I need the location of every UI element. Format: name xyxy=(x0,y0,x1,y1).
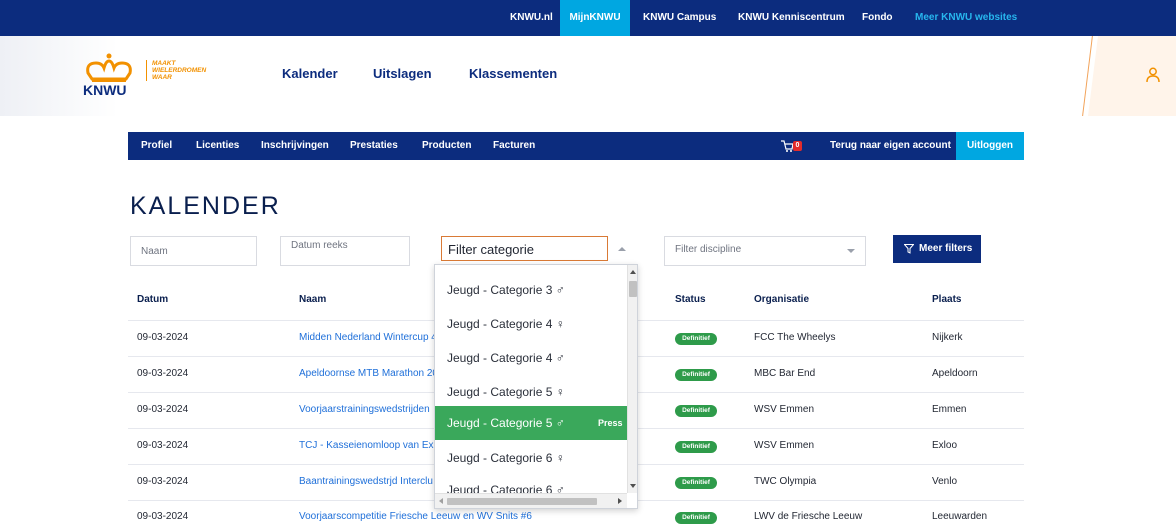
column-header-datum[interactable]: Datum xyxy=(137,294,168,305)
account-nav-inschrijvingen[interactable]: Inschrijvingen xyxy=(261,132,329,160)
category-option-highlighted[interactable]: Jeugd - Categorie 5 ♂ Press xyxy=(435,406,627,440)
row-event-link[interactable]: Midden Nederland Wintercup 4 xyxy=(299,332,437,343)
scroll-right-arrow-icon[interactable] xyxy=(618,498,622,504)
category-option[interactable]: Jeugd - Categorie 4 ♀ xyxy=(435,307,627,341)
discipline-filter-select[interactable]: Filter discipline xyxy=(664,236,866,266)
account-nav-profiel[interactable]: Profiel xyxy=(141,132,172,160)
dropdown-horizontal-thumb[interactable] xyxy=(447,498,597,505)
category-dropdown-list[interactable]: Jeugd - Categorie 3 ♂ Jeugd - Categorie … xyxy=(434,264,638,509)
topbar-link-knwu[interactable]: KNWU.nl xyxy=(510,0,553,36)
account-nav-producten[interactable]: Producten xyxy=(422,132,471,160)
topbar-link-mijnknwu[interactable]: MijnKNWU xyxy=(560,0,630,36)
scroll-down-arrow-icon[interactable] xyxy=(630,484,636,488)
status-badge: Definitief xyxy=(675,405,717,417)
status-badge: Definitief xyxy=(675,441,717,453)
knwu-logo[interactable]: KNWU xyxy=(78,53,140,103)
page-title: KALENDER xyxy=(130,192,281,220)
row-place: Nijkerk xyxy=(932,332,963,343)
category-filter-input[interactable]: Filter categorie xyxy=(441,236,608,261)
user-icon[interactable] xyxy=(1146,67,1160,83)
category-option[interactable]: Jeugd - Categorie 3 ♂ xyxy=(435,273,627,307)
account-nav-licenties[interactable]: Licenties xyxy=(196,132,239,160)
column-header-status[interactable]: Status xyxy=(675,294,706,305)
row-event-link[interactable]: Apeldoornse MTB Marathon 20 xyxy=(299,368,438,379)
discipline-chevron-down-icon[interactable] xyxy=(847,249,855,253)
tagline-line-1: MAAKT xyxy=(152,60,176,67)
logout-button[interactable]: Uitloggen xyxy=(956,132,1024,160)
row-organisation: FCC The Wheelys xyxy=(754,332,836,343)
nav-klassementen[interactable]: Klassementen xyxy=(469,66,557,81)
row-event-link[interactable]: Baantrainingswedstrjd Interclu xyxy=(299,476,433,487)
category-option[interactable]: Jeugd - Categorie 4 ♂ xyxy=(435,341,627,375)
account-nav-bar: Profiel Licenties Inschrijvingen Prestat… xyxy=(128,132,1024,160)
row-event-link[interactable]: Voorjaarstrainingswedstrijden xyxy=(299,404,430,415)
account-nav-facturen[interactable]: Facturen xyxy=(493,132,535,160)
filter-funnel-icon xyxy=(904,244,914,254)
status-badge: Definitief xyxy=(675,477,717,489)
row-organisation: MBC Bar End xyxy=(754,368,816,379)
row-organisation: WSV Emmen xyxy=(754,404,815,415)
highlighted-option-label: Jeugd - Categorie 5 ♂ xyxy=(447,416,565,430)
row-date: 09-03-2024 xyxy=(137,511,189,522)
topbar-link-fondo[interactable]: Fondo xyxy=(862,0,893,36)
row-organisation: WSV Emmen xyxy=(754,440,815,451)
tagline-line-2: WIELERDROMEN xyxy=(152,67,207,74)
cart-count-badge: 0 xyxy=(793,141,802,151)
status-badge: Definitief xyxy=(675,333,717,345)
top-bar: KNWU.nl MijnKNWU KNWU Campus KNWU Kennis… xyxy=(0,0,1176,36)
topbar-link-campus[interactable]: KNWU Campus xyxy=(643,0,716,36)
row-organisation: TWC Olympia xyxy=(754,476,817,487)
row-date: 09-03-2024 xyxy=(137,476,189,487)
column-header-naam[interactable]: Naam xyxy=(299,294,326,305)
row-date: 09-03-2024 xyxy=(137,332,189,343)
row-place: Apeldoorn xyxy=(932,368,978,379)
category-caret-up-icon[interactable] xyxy=(618,247,626,251)
row-organisation: LWV de Friesche Leeuw xyxy=(754,511,863,522)
row-place: Leeuwarden xyxy=(932,511,988,522)
nav-kalender[interactable]: Kalender xyxy=(282,66,338,81)
header-corner xyxy=(1088,36,1176,116)
row-event-link[interactable]: Voorjaarscompetitie Friesche Leeuw en WV… xyxy=(299,511,532,522)
tagline-line-3: WAAR xyxy=(152,74,172,81)
status-badge: Definitief xyxy=(675,369,717,381)
scroll-left-arrow-icon[interactable] xyxy=(439,498,443,504)
column-header-plaats[interactable]: Plaats xyxy=(932,294,961,305)
dropdown-vertical-scrollbar[interactable] xyxy=(627,265,637,493)
topbar-link-kenniscentrum[interactable]: KNWU Kenniscentrum xyxy=(738,0,845,36)
row-date: 09-03-2024 xyxy=(137,440,189,451)
row-date: 09-03-2024 xyxy=(137,404,189,415)
nav-uitslagen[interactable]: Uitslagen xyxy=(373,66,432,81)
date-range-input[interactable]: Datum reeks xyxy=(280,236,410,266)
back-to-own-account-link[interactable]: Terug naar eigen account xyxy=(830,132,951,160)
topbar-link-more-websites[interactable]: Meer KNWU websites xyxy=(915,0,1017,36)
category-option[interactable]: Jeugd - Categorie 5 ♀ xyxy=(435,375,627,409)
press-hint: Press xyxy=(598,418,623,428)
category-option[interactable]: Jeugd - Categorie 6 ♀ xyxy=(435,441,627,475)
row-place: Venlo xyxy=(932,476,958,487)
status-badge: Definitief xyxy=(675,512,717,524)
account-nav-prestaties[interactable]: Prestaties xyxy=(350,132,398,160)
row-place: Exloo xyxy=(932,440,958,451)
row-event-link[interactable]: TCJ - Kasseienomloop van Exlo xyxy=(299,440,439,451)
column-header-organisatie[interactable]: Organisatie xyxy=(754,294,809,305)
brand-tagline: MAAKT WIELERDROMEN WAAR xyxy=(146,60,216,81)
scroll-up-arrow-icon[interactable] xyxy=(630,270,636,274)
logo-wordmark: KNWU xyxy=(83,82,127,98)
row-date: 09-03-2024 xyxy=(137,368,189,379)
name-filter-input[interactable]: Naam xyxy=(130,236,257,266)
row-place: Emmen xyxy=(932,404,967,415)
dropdown-scrollbar-thumb[interactable] xyxy=(629,281,637,297)
